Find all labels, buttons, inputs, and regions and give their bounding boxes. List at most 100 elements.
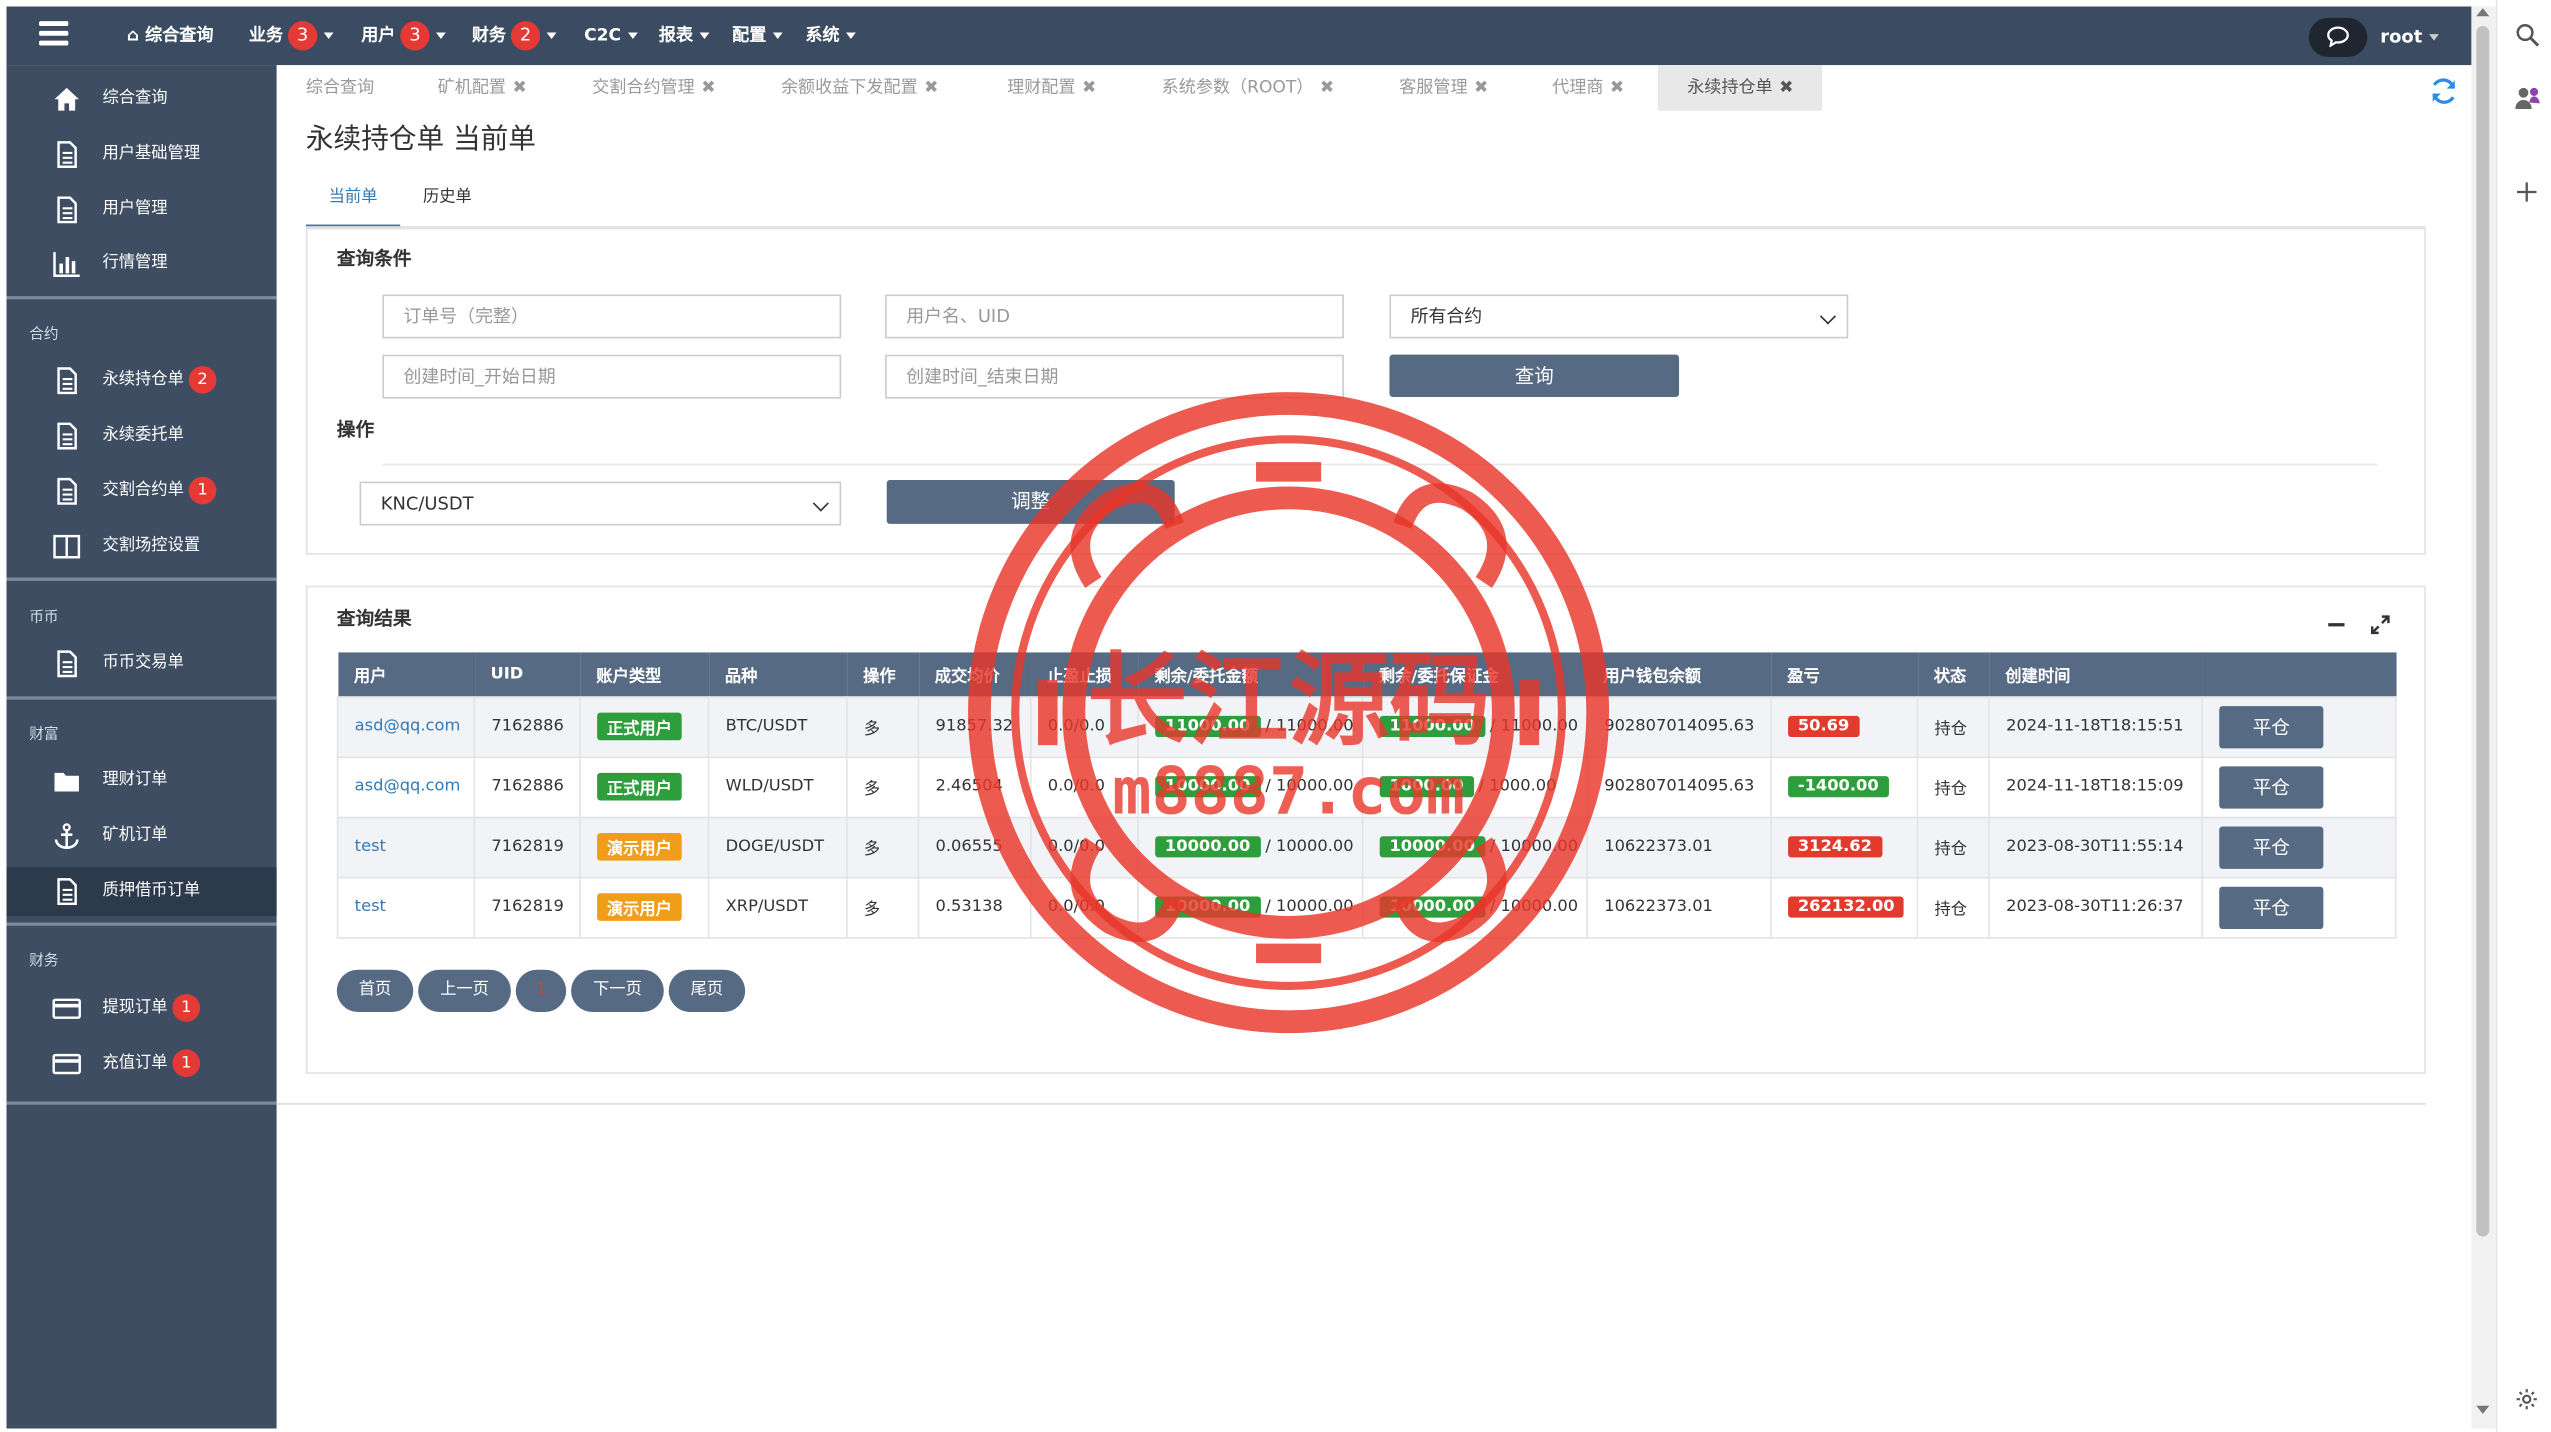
end-date-input[interactable]: 创建时间_结束日期	[885, 354, 1344, 399]
user-uid-input[interactable]: 用户名、UID	[885, 294, 1344, 339]
chevron-down-icon	[546, 32, 557, 40]
chat-button[interactable]	[2308, 17, 2368, 57]
tab-agents[interactable]: 代理商 ✖	[1552, 65, 1624, 111]
home-icon	[54, 87, 79, 111]
tab-delivery-contract[interactable]: 交割合约管理 ✖	[592, 65, 715, 111]
first-page-button[interactable]: 首页	[336, 969, 414, 1012]
close-icon[interactable]: ✖	[513, 78, 527, 98]
contract-select[interactable]: 所有合约	[1389, 294, 1849, 339]
tab-wealth-config[interactable]: 理财配置 ✖	[1007, 65, 1096, 111]
column-header: UID	[474, 652, 581, 697]
next-page-button[interactable]: 下一页	[571, 969, 664, 1012]
prev-page-button[interactable]: 上一页	[418, 969, 511, 1012]
expand-icon[interactable]	[2370, 615, 2391, 635]
minimize-icon[interactable]	[2328, 623, 2345, 627]
tab-overview[interactable]: 综合查询	[306, 65, 374, 111]
user-link[interactable]: asd@qq.com	[355, 778, 461, 796]
sidebar-item-delivery-control[interactable]: 交割场控设置	[7, 522, 277, 571]
tab-perpetual-positions[interactable]: 永续持仓单 ✖	[1657, 65, 1823, 111]
sidebar-divider	[6, 577, 277, 581]
close-position-button[interactable]: 平仓	[2219, 765, 2324, 808]
close-icon[interactable]: ✖	[1779, 78, 1793, 98]
sidebar-item-perpetual-positions[interactable]: 永续持仓单 2	[7, 356, 277, 405]
user-link[interactable]: test	[355, 898, 386, 916]
close-icon[interactable]: ✖	[1474, 78, 1488, 98]
sidebar-item-user-basic[interactable]: 用户基础管理	[7, 130, 277, 179]
time-cell: 2023-08-30T11:55:14	[1988, 815, 2203, 878]
sidebar-item-delivery-orders[interactable]: 交割合约单 1	[7, 467, 277, 516]
scroll-down-icon[interactable]	[2476, 1405, 2490, 1414]
close-position-button[interactable]: 平仓	[2219, 825, 2324, 869]
close-icon[interactable]: ✖	[1320, 78, 1334, 98]
sidebar-item-deposit-orders[interactable]: 充值订单 1	[7, 1040, 277, 1089]
tpsl-cell: 0.0/0.0	[1029, 815, 1139, 878]
gear-icon[interactable]	[2515, 1388, 2538, 1411]
close-icon[interactable]: ✖	[924, 78, 938, 98]
document-icon	[57, 367, 77, 395]
sidebar-item-perpetual-orders[interactable]: 永续委托单	[7, 412, 277, 461]
tab-support[interactable]: 客服管理 ✖	[1399, 65, 1488, 111]
sidebar-item-market[interactable]: 行情管理	[7, 239, 277, 288]
top-navbar: ⌂ 综合查询 业务 3 用户 3 财务 2 C2C 报表 配置 系统 root	[6, 6, 2472, 69]
nav-users[interactable]: 用户 3	[361, 7, 446, 66]
start-date-input[interactable]: 创建时间_开始日期	[382, 354, 842, 399]
close-icon[interactable]: ✖	[1082, 78, 1096, 98]
nav-finance[interactable]: 财务 2	[472, 7, 557, 66]
people-icon[interactable]	[2514, 85, 2543, 111]
sidebar-item-overview[interactable]: 综合查询	[7, 75, 277, 124]
tab-miner-config[interactable]: 矿机配置 ✖	[438, 65, 527, 111]
close-icon[interactable]: ✖	[701, 78, 715, 98]
search-icon[interactable]	[2515, 23, 2540, 47]
close-icon[interactable]: ✖	[1610, 78, 1624, 98]
document-icon	[57, 196, 77, 224]
scroll-up-icon[interactable]	[2476, 8, 2490, 17]
nav-badge: 3	[287, 21, 318, 51]
sidebar-item-wealth-orders[interactable]: 理财订单	[7, 757, 277, 806]
nav-badge: 2	[510, 21, 541, 51]
adjust-button[interactable]: 调整	[886, 479, 1175, 524]
nav-reports[interactable]: 报表	[659, 7, 710, 66]
plus-icon[interactable]	[2516, 182, 2537, 202]
sidebar-section-coin: 币币	[29, 610, 59, 627]
scrollbar-thumb[interactable]	[2476, 26, 2490, 1237]
time-cell: 2024-11-18T18:15:09	[1988, 755, 2203, 818]
nav-config[interactable]: 配置	[732, 7, 783, 66]
uid-cell: 7162886	[473, 695, 581, 758]
sidebar-divider	[6, 696, 277, 700]
search-button[interactable]: 查询	[1389, 354, 1680, 397]
sidebar-item-users[interactable]: 用户管理	[7, 185, 277, 234]
sidebar-item-coin-trades[interactable]: 币币交易单	[7, 639, 277, 688]
refresh-icon[interactable]	[2427, 75, 2460, 108]
nav-system[interactable]: 系统	[805, 7, 856, 66]
close-position-button[interactable]: 平仓	[2219, 885, 2324, 929]
wallet-cell: 902807014095.63	[1586, 695, 1772, 758]
uid-cell: 7162819	[473, 876, 581, 938]
tab-balance-yield[interactable]: 余额收益下发配置 ✖	[781, 65, 939, 111]
menu-toggle-icon[interactable]	[39, 21, 69, 47]
sidebar-item-withdraw-orders[interactable]: 提现订单 1	[7, 984, 277, 1033]
user-menu[interactable]: root	[2380, 7, 2439, 69]
document-icon	[57, 477, 77, 505]
order-number-input[interactable]: 订单号（完整）	[382, 294, 842, 339]
nav-business[interactable]: 业务 3	[249, 7, 334, 66]
direction-cell: 多	[846, 695, 920, 758]
nav-c2c[interactable]: C2C	[584, 7, 638, 66]
sidebar-item-miner-orders[interactable]: 矿机订单	[7, 812, 277, 861]
total-amount: / 10000.00	[1265, 898, 1354, 917]
current-page-button[interactable]: 1	[515, 969, 567, 1012]
close-position-button[interactable]: 平仓	[2219, 705, 2324, 748]
pair-select[interactable]: KNC/USDT	[359, 481, 842, 526]
last-page-button[interactable]: 尾页	[668, 969, 746, 1012]
tab-system-params[interactable]: 系统参数（ROOT） ✖	[1162, 65, 1335, 111]
total-margin: / 10000.00	[1489, 837, 1579, 856]
tab-current-orders[interactable]: 当前单	[305, 185, 401, 228]
nav-home[interactable]: ⌂ 综合查询	[127, 7, 214, 66]
tab-history-orders[interactable]: 历史单	[423, 185, 472, 211]
direction-cell: 多	[846, 815, 920, 878]
price-cell: 2.46504	[917, 755, 1032, 818]
sidebar-divider	[6, 1101, 277, 1105]
table-row: asd@qq.com 7162886 正式用户 BTC/USDT 多 91857…	[336, 695, 2397, 758]
user-link[interactable]: test	[355, 838, 386, 856]
user-link[interactable]: asd@qq.com	[355, 718, 461, 736]
sidebar-item-pledge-loans[interactable]: 质押借币订单	[6, 867, 277, 917]
